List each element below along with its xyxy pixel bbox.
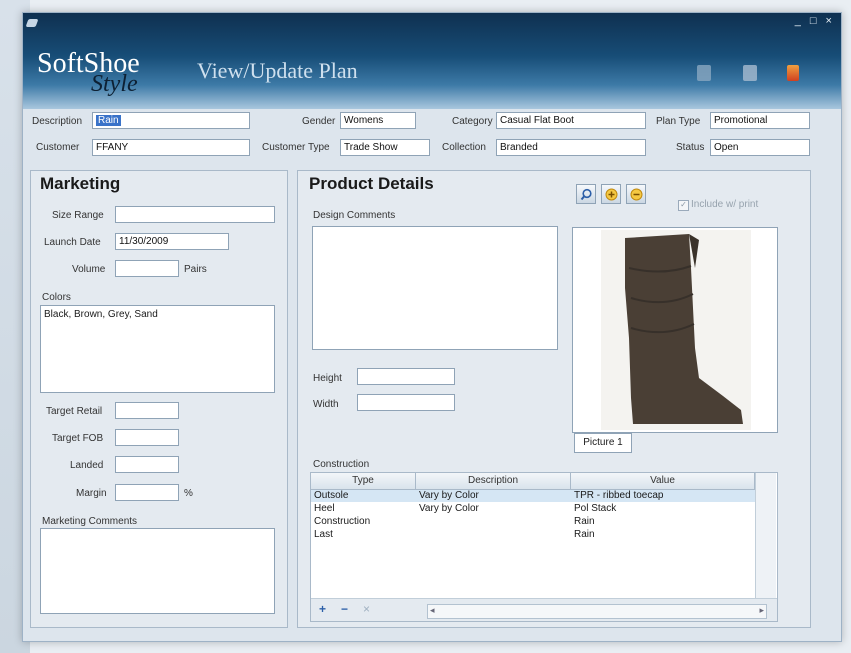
- customer-field[interactable]: FFANY: [92, 139, 250, 156]
- gender-field[interactable]: Womens: [340, 112, 416, 129]
- zoom-in-icon: [605, 188, 617, 200]
- gender-label: Gender: [302, 116, 336, 127]
- height-label: Height: [313, 373, 342, 384]
- table-row[interactable]: Construction Rain: [311, 516, 755, 528]
- remove-row-button[interactable]: −: [341, 602, 348, 616]
- collection-label: Collection: [442, 142, 486, 153]
- zoom-in-button[interactable]: [601, 184, 621, 204]
- construction-label: Construction: [313, 459, 370, 470]
- table-row[interactable]: Last Rain: [311, 529, 755, 541]
- column-description[interactable]: Description: [416, 473, 571, 489]
- scroll-right-icon[interactable]: ▸: [759, 605, 764, 616]
- window-controls[interactable]: _ □ ×: [795, 15, 835, 27]
- row-description: [416, 529, 571, 541]
- row-value: Pol Stack: [574, 503, 617, 514]
- customer-type-label: Customer Type: [262, 142, 330, 153]
- height-field[interactable]: [357, 368, 455, 385]
- zoom-out-button[interactable]: [626, 184, 646, 204]
- plan-type-field[interactable]: Promotional: [710, 112, 810, 129]
- width-field[interactable]: [357, 394, 455, 411]
- logo-style: Style: [91, 71, 138, 97]
- plan-type-label: Plan Type: [656, 116, 701, 127]
- table-row[interactable]: Outsole Vary by Color TPR - ribbed toeca…: [311, 490, 755, 502]
- row-type: Outsole: [314, 490, 349, 501]
- customer-label: Customer: [36, 142, 80, 153]
- design-comments-field[interactable]: [312, 226, 558, 350]
- marketing-comments-label: Marketing Comments: [42, 516, 138, 527]
- collection-field[interactable]: Branded: [496, 139, 646, 156]
- column-value[interactable]: Value: [571, 473, 755, 489]
- magnifier-icon: [580, 188, 592, 200]
- size-range-label: Size Range: [52, 210, 104, 221]
- grid-header: Type Description Value: [311, 473, 755, 490]
- zoom-search-button[interactable]: [576, 184, 596, 204]
- product-picture: [572, 227, 778, 433]
- row-description: Vary by Color: [419, 503, 479, 514]
- target-retail-label: Target Retail: [46, 406, 103, 417]
- description-field[interactable]: Rain: [92, 112, 250, 129]
- design-comments-label: Design Comments: [313, 210, 396, 221]
- status-label: Status: [676, 142, 705, 153]
- target-fob-field[interactable]: [115, 429, 179, 446]
- title-bar: _ □ × SoftShoe Style View/Update Plan: [23, 13, 841, 109]
- app-icon: [25, 19, 39, 27]
- row-type: Last: [314, 529, 333, 540]
- target-fob-label: Target FOB: [52, 433, 104, 444]
- save-icon[interactable]: [743, 65, 757, 81]
- column-type[interactable]: Type: [311, 473, 416, 489]
- size-range-field[interactable]: [115, 206, 275, 223]
- volume-unit: Pairs: [184, 264, 207, 275]
- table-row[interactable]: Heel Vary by Color Pol Stack: [311, 503, 755, 515]
- launch-date-label: Launch Date: [44, 237, 101, 248]
- product-details-title: Product Details: [309, 174, 434, 193]
- row-type: Heel: [314, 503, 335, 514]
- customer-type-field[interactable]: Trade Show: [340, 139, 430, 156]
- colors-field[interactable]: Black, Brown, Grey, Sand: [40, 305, 275, 393]
- grid-footer: + − × ◂ ▸: [311, 598, 777, 621]
- row-value: Rain: [574, 516, 595, 527]
- status-field[interactable]: Open: [710, 139, 810, 156]
- marketing-comments-field[interactable]: [40, 528, 275, 614]
- margin-label: Margin: [76, 488, 107, 499]
- clear-button[interactable]: ×: [363, 602, 370, 616]
- include-print-checkbox[interactable]: ✓: [678, 200, 689, 211]
- row-description: [416, 516, 571, 528]
- construction-grid: Type Description Value Outsole Vary by C…: [310, 472, 778, 622]
- row-value: Rain: [574, 529, 595, 540]
- row-description: Vary by Color: [419, 490, 479, 501]
- exit-icon[interactable]: [787, 65, 799, 81]
- row-value: TPR - ribbed toecap: [574, 490, 664, 501]
- category-field[interactable]: Casual Flat Boot: [496, 112, 646, 129]
- zoom-out-icon: [630, 188, 642, 200]
- colors-label: Colors: [42, 292, 71, 303]
- margin-unit: %: [184, 488, 193, 499]
- horizontal-scrollbar[interactable]: ◂ ▸: [427, 604, 767, 619]
- volume-field[interactable]: [115, 260, 179, 277]
- vertical-scrollbar[interactable]: [755, 473, 776, 598]
- print-icon[interactable]: [697, 65, 711, 81]
- include-print-label: Include w/ print: [691, 199, 759, 210]
- page-title: View/Update Plan: [197, 58, 358, 83]
- row-type: Construction: [314, 516, 371, 527]
- width-label: Width: [313, 399, 339, 410]
- landed-field[interactable]: [115, 456, 179, 473]
- picture-tab[interactable]: Picture 1: [574, 433, 632, 453]
- category-label: Category: [452, 116, 493, 127]
- description-label: Description: [32, 116, 83, 127]
- launch-date-field[interactable]: 11/30/2009: [115, 233, 229, 250]
- target-retail-field[interactable]: [115, 402, 179, 419]
- boot-image: [601, 230, 751, 430]
- add-row-button[interactable]: +: [319, 602, 326, 616]
- margin-field[interactable]: [115, 484, 179, 501]
- scroll-left-icon[interactable]: ◂: [430, 605, 435, 616]
- marketing-title: Marketing: [40, 174, 121, 193]
- description-value: Rain: [96, 115, 121, 126]
- landed-label: Landed: [70, 460, 104, 471]
- volume-label: Volume: [72, 264, 106, 275]
